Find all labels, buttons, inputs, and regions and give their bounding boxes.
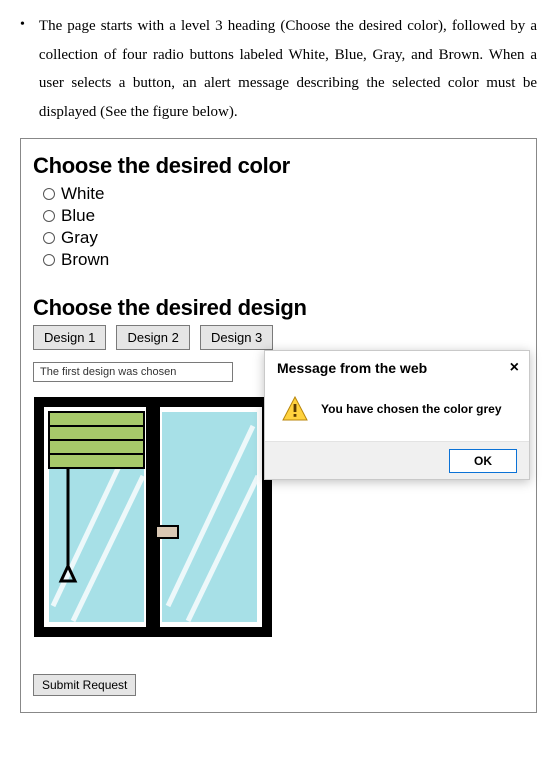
submit-request-button[interactable]: Submit Request	[33, 674, 136, 696]
instruction-text: The page starts with a level 3 heading (…	[39, 12, 537, 126]
warning-icon	[281, 395, 309, 423]
radio-icon	[43, 232, 55, 244]
alert-body: You have chosen the color grey	[265, 381, 529, 441]
radio-label: Gray	[61, 227, 98, 249]
design-3-button[interactable]: Design 3	[200, 325, 273, 350]
radio-icon	[43, 254, 55, 266]
instruction-bullet: • The page starts with a level 3 heading…	[20, 12, 537, 126]
radio-brown[interactable]: Brown	[43, 249, 524, 271]
radio-icon	[43, 188, 55, 200]
radio-label: Brown	[61, 249, 109, 271]
bullet-icon: •	[20, 12, 25, 37]
radio-white[interactable]: White	[43, 183, 524, 205]
window-illustration	[33, 396, 273, 646]
close-icon[interactable]: ×	[510, 359, 519, 377]
illustration-area: Message from the web × You have chosen t…	[33, 396, 524, 656]
mockup-frame: Choose the desired color White Blue Gray…	[20, 138, 537, 713]
alert-footer: OK	[265, 441, 529, 479]
heading-choose-color: Choose the desired color	[33, 153, 524, 179]
heading-choose-design: Choose the desired design	[33, 295, 524, 321]
alert-dialog: Message from the web × You have chosen t…	[264, 350, 530, 480]
design-button-row: Design 1 Design 2 Design 3	[33, 325, 524, 350]
alert-message: You have chosen the color grey	[321, 402, 502, 416]
ok-button[interactable]: OK	[449, 449, 517, 473]
radio-gray[interactable]: Gray	[43, 227, 524, 249]
color-radio-group: White Blue Gray Brown	[43, 183, 524, 271]
radio-blue[interactable]: Blue	[43, 205, 524, 227]
design-status-text: The first design was chosen	[33, 362, 233, 382]
alert-titlebar: Message from the web ×	[265, 351, 529, 381]
radio-icon	[43, 210, 55, 222]
design-1-button[interactable]: Design 1	[33, 325, 106, 350]
radio-label: Blue	[61, 205, 95, 227]
radio-label: White	[61, 183, 104, 205]
design-2-button[interactable]: Design 2	[116, 325, 189, 350]
alert-title-text: Message from the web	[277, 360, 427, 376]
submit-row: Submit Request	[33, 674, 524, 696]
